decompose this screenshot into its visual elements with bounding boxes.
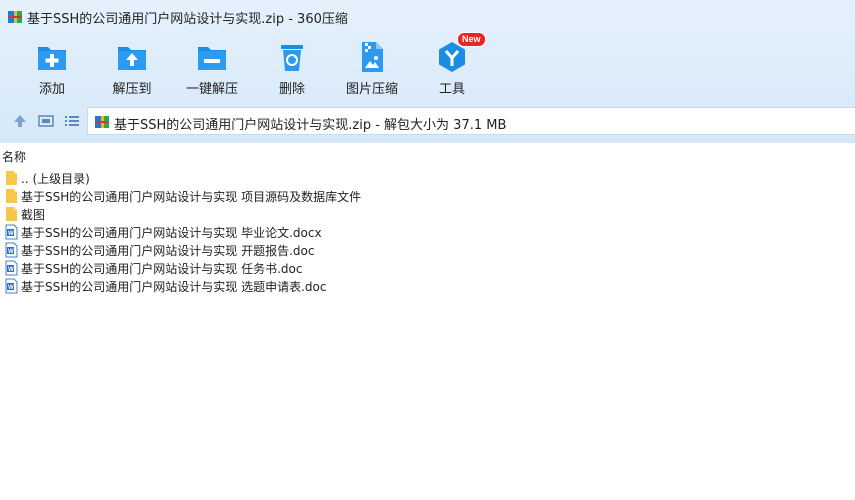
file-name: 基于SSH的公司通用门户网站设计与实现 开题报告.doc — [21, 244, 315, 258]
word-doc-icon: W — [4, 224, 19, 240]
zip-archive-icon — [94, 114, 110, 133]
list-view-icon[interactable] — [64, 113, 80, 129]
file-name: 截图 — [21, 208, 46, 222]
list-item[interactable]: W 基于SSH的公司通用门户网站设计与实现 选题申请表.doc — [0, 277, 855, 295]
one-click-extract-icon — [195, 39, 229, 75]
list-item[interactable]: W 基于SSH的公司通用门户网站设计与实现 毕业论文.docx — [0, 223, 855, 241]
list-item[interactable]: 基于SSH的公司通用门户网站设计与实现 项目源码及数据库文件 — [0, 187, 855, 205]
list-item-parent-directory[interactable]: .. (上级目录) — [0, 169, 855, 187]
toolbar: 添加 解压到 一键解压 删除 图片压缩 New 工具 — [0, 32, 855, 98]
svg-text:W: W — [8, 249, 14, 255]
list-item[interactable]: 截图 — [0, 205, 855, 223]
thumbnail-view-icon[interactable] — [38, 113, 54, 129]
file-list: .. (上级目录) 基于SSH的公司通用门户网站设计与实现 项目源码及数据库文件… — [0, 169, 855, 295]
up-arrow-icon[interactable] — [12, 113, 28, 129]
tools-label: 工具 — [438, 82, 465, 97]
file-name: 基于SSH的公司通用门户网站设计与实现 毕业论文.docx — [21, 226, 322, 240]
image-compress-button[interactable]: 图片压缩 — [334, 34, 410, 97]
delete-label: 删除 — [278, 82, 305, 97]
recycle-bin-icon — [275, 39, 309, 75]
zip-archive-icon — [7, 9, 23, 28]
column-name-header[interactable]: 名称 — [2, 148, 26, 165]
file-name: .. (上级目录) — [21, 172, 90, 186]
word-doc-icon: W — [4, 242, 19, 258]
extract-to-button[interactable]: 解压到 — [94, 34, 170, 97]
list-item[interactable]: W 基于SSH的公司通用门户网站设计与实现 开题报告.doc — [0, 241, 855, 259]
tools-button[interactable]: New 工具 — [414, 32, 490, 97]
add-folder-icon — [35, 39, 69, 75]
window-title: 基于SSH的公司通用门户网站设计与实现.zip - 360压缩 — [27, 12, 348, 27]
image-compress-icon — [355, 39, 389, 75]
add-button[interactable]: 添加 — [14, 34, 90, 97]
word-doc-icon: W — [4, 260, 19, 276]
address-path: 基于SSH的公司通用门户网站设计与实现.zip - 解包大小为 37.1 MB — [114, 118, 507, 133]
one-click-extract-button[interactable]: 一键解压 — [174, 34, 250, 97]
delete-button[interactable]: 删除 — [254, 34, 330, 97]
word-doc-icon: W — [4, 278, 19, 294]
extract-folder-icon — [115, 39, 149, 75]
list-item[interactable]: W 基于SSH的公司通用门户网站设计与实现 任务书.doc — [0, 259, 855, 277]
svg-text:W: W — [8, 267, 14, 273]
window-chrome: 基于SSH的公司通用门户网站设计与实现.zip - 360压缩 添加 解压到 一… — [0, 0, 855, 143]
svg-text:W: W — [8, 285, 14, 291]
folder-icon — [4, 206, 19, 222]
address-bar-row: 基于SSH的公司通用门户网站设计与实现.zip - 解包大小为 37.1 MB — [0, 107, 855, 135]
folder-icon — [4, 170, 19, 186]
new-badge: New — [457, 32, 486, 47]
folder-icon — [4, 188, 19, 204]
title-bar: 基于SSH的公司通用门户网站设计与实现.zip - 360压缩 — [0, 0, 855, 32]
file-name: 基于SSH的公司通用门户网站设计与实现 项目源码及数据库文件 — [21, 190, 362, 204]
one-click-extract-label: 一键解压 — [185, 82, 238, 97]
column-header: 名称 — [0, 143, 855, 165]
add-label: 添加 — [38, 82, 65, 97]
file-name: 基于SSH的公司通用门户网站设计与实现 任务书.doc — [21, 262, 303, 276]
svg-text:W: W — [8, 231, 14, 237]
extract-to-label: 解压到 — [112, 82, 152, 97]
image-compress-label: 图片压缩 — [345, 82, 398, 97]
file-name: 基于SSH的公司通用门户网站设计与实现 选题申请表.doc — [21, 280, 327, 294]
address-field[interactable]: 基于SSH的公司通用门户网站设计与实现.zip - 解包大小为 37.1 MB — [87, 107, 855, 135]
